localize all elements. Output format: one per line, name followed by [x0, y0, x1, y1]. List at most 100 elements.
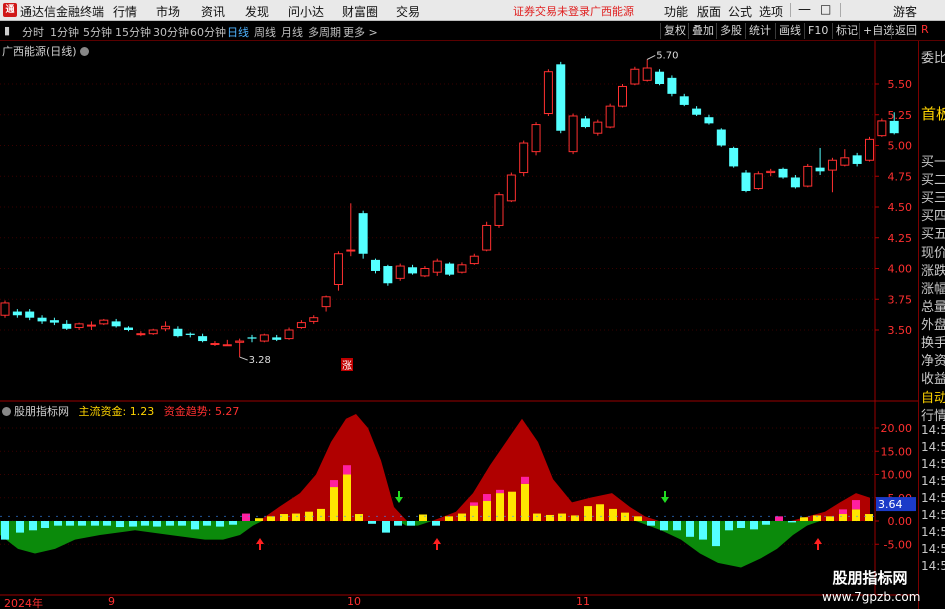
settings-circle-icon[interactable]: [2, 407, 11, 416]
app-name: 通达信金融终端: [20, 5, 105, 19]
indicator-bar: [216, 521, 224, 527]
menu-faxian[interactable]: 发现: [245, 3, 269, 20]
tab-weekly[interactable]: 周线: [254, 24, 276, 40]
menu-hangqing[interactable]: 行情: [113, 3, 137, 20]
indicator-bar: [699, 521, 707, 540]
sidebar-item-netasset[interactable]: 净资: [921, 350, 945, 369]
multi-stock-button[interactable]: 多股: [716, 23, 745, 39]
indicator-series: [0, 414, 875, 568]
sidebar-item-pct[interactable]: 涨幅: [921, 278, 945, 297]
candle-body-down: [124, 327, 133, 330]
mark-button[interactable]: 标记: [832, 23, 861, 39]
menu-wenxiaoda[interactable]: 问小达: [288, 3, 324, 20]
indicator-bar: [788, 521, 796, 523]
menu-xuanxiang[interactable]: 选项: [759, 3, 783, 20]
indicator-bar: [432, 521, 440, 526]
back-button[interactable]: 返回: [891, 23, 920, 39]
sidebar-item-buy3[interactable]: 买三: [921, 187, 945, 206]
kline-chart[interactable]: 5.50 5.25 5.00 4.75 4.50 4.25 4.00 3.75 3.50 5.70…: [0, 41, 918, 609]
candle-body-down: [679, 96, 689, 105]
indicator-bar: [839, 514, 847, 521]
indicator-bar: [647, 521, 655, 526]
sidebar-time: 14:56: [921, 508, 945, 522]
tab-5min[interactable]: 5分钟: [83, 24, 112, 40]
sidebar-item-turnover[interactable]: 换手: [921, 332, 945, 351]
candle-body-up: [642, 67, 652, 81]
candle-body-up: [210, 343, 220, 346]
sidebar-item-earnings[interactable]: 收益: [921, 368, 945, 387]
fuquan-button[interactable]: 复权: [660, 23, 689, 39]
candle-body-up: [877, 120, 887, 137]
user-label[interactable]: 游客: [893, 3, 917, 20]
window-icon[interactable]: □: [820, 2, 831, 16]
candle-body-down: [556, 64, 566, 131]
candle-body-up: [74, 323, 84, 329]
draw-line-button[interactable]: 画线: [775, 23, 804, 39]
price-tick-label: 5.50: [888, 78, 913, 91]
menu-caifuquan[interactable]: 财富圈: [342, 3, 378, 20]
tab-fenshi[interactable]: 分时: [22, 24, 44, 40]
tab-30min[interactable]: 30分钟: [153, 24, 189, 40]
sidebar-item-outer[interactable]: 外盘: [921, 314, 945, 333]
upper-panel-title[interactable]: 广西能源(日线): [2, 43, 89, 59]
menu-jiaoyi[interactable]: 交易: [396, 3, 420, 20]
sidebar-item-buy4[interactable]: 买四: [921, 205, 945, 224]
candle-body-up: [531, 124, 541, 153]
statistics-button[interactable]: 统计: [745, 23, 774, 39]
indicator-bar: [865, 514, 873, 521]
minimize-icon[interactable]: —: [798, 2, 811, 17]
sidebar-item-buy1[interactable]: 买一: [921, 151, 945, 170]
tab-daily[interactable]: 日线: [227, 24, 249, 40]
menu-gongneng[interactable]: 功能: [664, 3, 688, 20]
high-price-label: 5.70: [656, 50, 678, 61]
green-trend-area: [0, 521, 820, 568]
tab-more[interactable]: 更多 >: [343, 24, 378, 40]
indicator-bar: [255, 518, 263, 521]
indicator-bar: [178, 521, 186, 526]
indicator-bar: [54, 521, 62, 526]
candle-body-up: [432, 260, 442, 273]
indicator-name[interactable]: 股朋指标网: [14, 405, 69, 418]
indicator-bar: [129, 521, 137, 527]
menu-gongshi[interactable]: 公式: [728, 3, 752, 20]
sidebar-item-buy2[interactable]: 买二: [921, 169, 945, 188]
menu-zixun[interactable]: 资讯: [201, 3, 225, 20]
sidebar-item-buy5[interactable]: 买五: [921, 223, 945, 242]
buy-arrow-icon: [256, 538, 264, 550]
indicator-bar: [166, 521, 174, 526]
candle-body-up: [309, 317, 319, 322]
tab-1min[interactable]: 1分钟: [50, 24, 79, 40]
sidebar-item-change[interactable]: 涨跌: [921, 260, 945, 279]
tab-multi-period[interactable]: 多周期: [308, 24, 341, 40]
tab-15min[interactable]: 15分钟: [115, 24, 151, 40]
candle-body-up: [766, 170, 776, 174]
sidebar-item-quote[interactable]: 行情: [921, 405, 945, 424]
candle-body-down: [692, 108, 702, 115]
overlay-button[interactable]: 叠加: [688, 23, 717, 39]
candle-body-up: [568, 115, 578, 153]
lower-panel-title[interactable]: 股朋指标网 主流资金: 1.23 资金趋势: 5.27: [2, 403, 239, 419]
red-trend-area: [0, 414, 870, 521]
candle-body-down: [49, 320, 59, 323]
indicator-bar: [445, 516, 453, 521]
candle-body-down: [741, 172, 751, 192]
menu-shichang[interactable]: 市场: [156, 3, 180, 20]
app-logo-icon: 通: [3, 3, 17, 17]
watermark-title: 股朋指标网: [832, 569, 908, 587]
f10-button[interactable]: F10: [804, 23, 831, 39]
menu-banmian[interactable]: 版面: [697, 3, 721, 20]
settings-circle-icon[interactable]: [79, 47, 89, 56]
sidebar-item-weibi[interactable]: 委比: [921, 47, 945, 66]
sidebar-item-volume[interactable]: 总量: [921, 296, 945, 315]
sidebar-item-auto[interactable]: 自动: [921, 387, 945, 406]
tab-monthly[interactable]: 月线: [281, 24, 303, 40]
tab-60min[interactable]: 60分钟: [190, 24, 226, 40]
sidebar-item-price[interactable]: 现价: [921, 242, 945, 261]
divider: [840, 3, 841, 17]
login-notice[interactable]: 证券交易未登录: [513, 3, 590, 19]
indicator-bar: [267, 516, 275, 521]
indicator-bar: [203, 521, 211, 526]
sidebar-item-shouban[interactable]: 首板: [921, 103, 945, 124]
candle-body-up: [753, 173, 763, 190]
date-label-sep: 9: [108, 595, 115, 608]
